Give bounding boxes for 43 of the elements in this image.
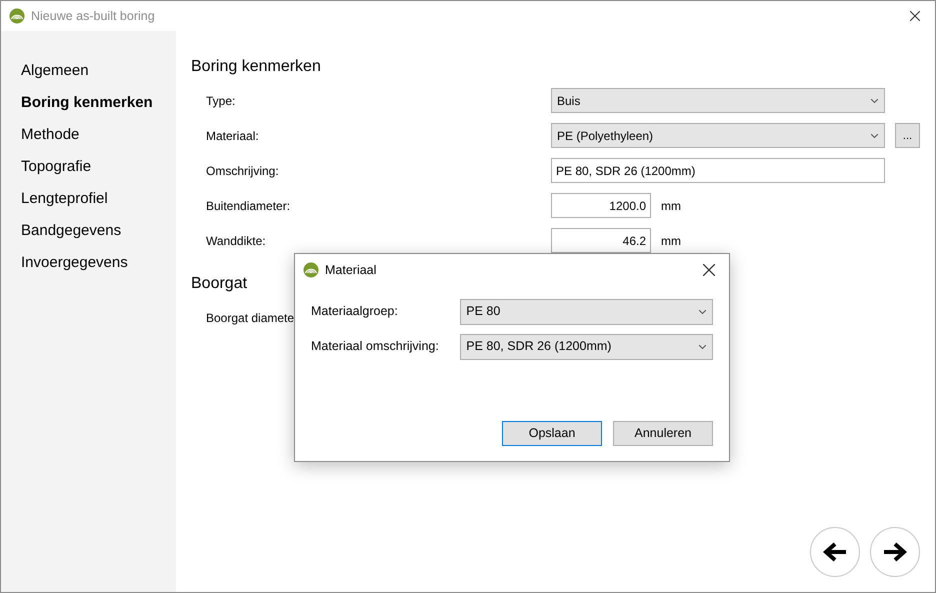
close-icon xyxy=(703,264,715,276)
field-label: Buitendiameter: xyxy=(206,198,290,212)
back-button[interactable] xyxy=(810,527,860,577)
field-label: Boorgat diamete xyxy=(206,310,294,324)
save-button[interactable]: Opslaan xyxy=(502,421,602,446)
dropdown[interactable]: PE 80 xyxy=(460,298,713,324)
logo-icon xyxy=(9,8,25,24)
forward-button[interactable] xyxy=(870,527,920,577)
right-arrow-icon xyxy=(883,542,907,562)
dropdown[interactable]: PE (Polyethyleen) xyxy=(551,123,885,148)
sidebar-item[interactable]: Lengteprofiel xyxy=(21,183,176,215)
left-arrow-icon xyxy=(823,542,847,562)
caret-icon xyxy=(871,134,878,138)
field-label: Wanddikte: xyxy=(206,234,266,248)
dropdown[interactable]: Buis xyxy=(551,88,885,113)
sidebar-item[interactable]: Invoergegevens xyxy=(21,247,176,279)
field-label: Materiaalgroep: xyxy=(311,303,399,320)
section-heading: Boorgat xyxy=(191,274,248,294)
sidebar-item[interactable]: Boring kenmerken xyxy=(21,87,176,119)
field-label: Type: xyxy=(206,94,236,108)
caret-icon xyxy=(699,310,706,314)
text-field[interactable]: PE 80, SDR 26 (1200mm) xyxy=(551,158,885,183)
unit-label: mm xyxy=(661,232,681,250)
browse-button[interactable]: ... xyxy=(895,123,920,148)
number-field[interactable]: 46.2 xyxy=(551,228,651,253)
field-label: Materiaal: xyxy=(206,128,259,142)
field-label: Omschrijving: xyxy=(206,164,279,178)
dropdown[interactable]: PE 80, SDR 26 (1200mm) xyxy=(460,334,713,360)
logo-icon xyxy=(303,262,319,278)
section-heading: Boring kenmerken xyxy=(191,57,322,77)
unit-label: mm xyxy=(661,198,681,214)
sidebar-item[interactable]: Algemeen xyxy=(21,55,176,87)
dialog-title: Materiaal xyxy=(325,262,376,279)
caret-icon xyxy=(699,344,706,348)
caret-icon xyxy=(871,98,878,102)
sidebar-item[interactable]: Methode xyxy=(21,119,176,151)
close-icon xyxy=(910,11,920,21)
sidebar-item[interactable]: Topografie xyxy=(21,151,176,183)
number-field[interactable]: 1200.0 xyxy=(551,193,651,218)
field-label: Materiaal omschrijving: xyxy=(311,338,440,356)
window-title: Nieuwe as-built boring xyxy=(31,8,155,25)
cancel-button[interactable]: Annuleren xyxy=(613,421,713,446)
sidebar-item[interactable]: Bandgegevens xyxy=(21,215,176,247)
